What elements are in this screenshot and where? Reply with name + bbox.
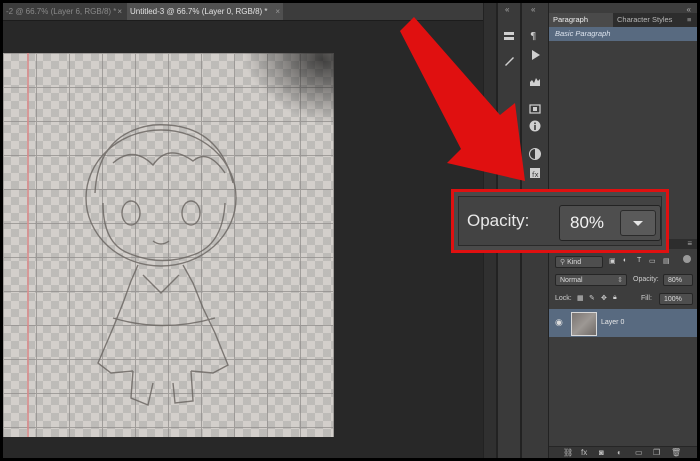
canvas-area[interactable]: [3, 21, 481, 458]
group-folder-icon[interactable]: ▭: [635, 448, 643, 457]
trash-icon[interactable]: 🗑︎: [671, 448, 681, 457]
document-tab-label: -2 @ 66.7% (Layer 6, RGB/8) *: [6, 7, 117, 16]
document-tab-layer6[interactable]: -2 @ 66.7% (Layer 6, RGB/8) * ×: [3, 3, 125, 20]
layer-filter-select[interactable]: ⚲ Kind: [555, 256, 603, 268]
opacity-value: 80%: [668, 277, 683, 284]
tab-paragraph-styles[interactable]: Paragraph Styles: [549, 13, 613, 38]
play-icon[interactable]: [527, 47, 543, 63]
brush-icon[interactable]: [501, 53, 517, 69]
history-icon[interactable]: [501, 29, 517, 45]
paragraph-panel-tabs: Paragraph Styles Character Styles ≡: [549, 13, 697, 38]
callout-opacity-label: Opacity:: [467, 211, 530, 230]
filter-kind-label: Kind: [567, 259, 582, 266]
lock-label: Lock:: [555, 295, 572, 302]
tab-character-styles[interactable]: Character Styles: [613, 13, 677, 27]
lock-transparent-icon[interactable]: ▦: [577, 294, 584, 302]
navigator-icon[interactable]: [527, 101, 543, 117]
smart-object-filter-icon[interactable]: ▤: [663, 257, 670, 265]
type-filter-icon[interactable]: T: [637, 257, 641, 264]
mask-icon[interactable]: ◙: [599, 448, 604, 457]
close-icon[interactable]: ×: [117, 3, 122, 20]
shape-filter-icon[interactable]: ▭: [649, 257, 656, 265]
layer-thumbnail: [571, 312, 597, 336]
layer-filter-row: ⚲ Kind ▣ ◐ T ▭ ▤: [549, 254, 697, 272]
callout-opacity-field[interactable]: 80%: [559, 205, 661, 241]
callout-opacity-value: 80%: [570, 213, 605, 232]
info-icon[interactable]: [527, 118, 543, 134]
fill-value: 100%: [664, 296, 682, 303]
lock-all-icon[interactable]: 🔒︎: [613, 294, 617, 302]
style-item-basic-paragraph[interactable]: Basic Paragraph: [549, 27, 697, 41]
lock-pixels-brush-icon[interactable]: ✎: [589, 294, 595, 302]
lock-row: Lock: ▦ ✎ ✥ 🔒︎ Fill: 100%: [549, 291, 697, 309]
paragraph-styles-icon[interactable]: ¶: [527, 27, 543, 43]
layer-row[interactable]: ◉ Layer 0: [549, 309, 697, 337]
collapse-icon[interactable]: «: [505, 5, 509, 14]
chibi-sketch-image: [85, 124, 237, 406]
panel-menu-icon[interactable]: ≡: [687, 239, 692, 248]
fill-label: Fill:: [641, 295, 652, 302]
lock-position-icon[interactable]: ✥: [601, 294, 607, 302]
blend-row: Normal ⇕ Opacity: 80%: [549, 272, 697, 290]
document-tab-untitled-3[interactable]: Untitled-3 @ 66.7% (Layer 0, RGB/8) * ×: [127, 3, 283, 20]
document-canvas[interactable]: [3, 53, 334, 437]
document-tab-label: Untitled-3 @ 66.7% (Layer 0, RGB/8) *: [130, 7, 268, 16]
adjustments-icon[interactable]: [527, 146, 543, 162]
opacity-field[interactable]: 80%: [663, 274, 693, 286]
photoshop-window: -2 @ 66.7% (Layer 6, RGB/8) * × Untitled…: [0, 0, 700, 461]
chevron-down-icon: ⇕: [617, 277, 623, 284]
adjustment-filter-icon[interactable]: ◐: [623, 257, 627, 264]
blend-mode-value: Normal: [560, 277, 583, 284]
fx-icon[interactable]: fx: [581, 448, 587, 457]
layer-name: Layer 0: [601, 319, 625, 326]
pixel-filter-icon[interactable]: ▣: [609, 257, 616, 265]
svg-text:¶: ¶: [530, 31, 536, 41]
filter-toggle-icon[interactable]: [683, 255, 691, 263]
svg-text:fx: fx: [532, 171, 539, 179]
document-tab-bar: -2 @ 66.7% (Layer 6, RGB/8) * × Untitled…: [3, 3, 495, 21]
blend-mode-select[interactable]: Normal ⇕: [555, 274, 627, 286]
new-layer-icon[interactable]: ❐: [653, 448, 660, 457]
opacity-label: Opacity:: [633, 276, 659, 283]
styles-icon[interactable]: fx: [527, 165, 543, 181]
close-icon[interactable]: ×: [275, 3, 280, 20]
fill-field[interactable]: 100%: [659, 293, 693, 305]
panel-menu-icon[interactable]: ≡: [683, 13, 697, 27]
callout-panel: Opacity: 80%: [458, 196, 662, 246]
link-icon[interactable]: ⛓: [563, 448, 573, 457]
histogram-icon[interactable]: [527, 73, 543, 89]
layers-bottom-bar: ⛓ fx ◙ ◐ ▭ ❐ 🗑︎: [549, 446, 697, 458]
chevron-down-icon[interactable]: [620, 210, 656, 236]
eye-icon[interactable]: ◉: [555, 317, 563, 328]
collapse-icon[interactable]: «: [531, 5, 535, 14]
opacity-zoom-callout: Opacity: 80%: [451, 189, 669, 253]
adjustment-layer-icon[interactable]: ◐: [617, 448, 622, 457]
